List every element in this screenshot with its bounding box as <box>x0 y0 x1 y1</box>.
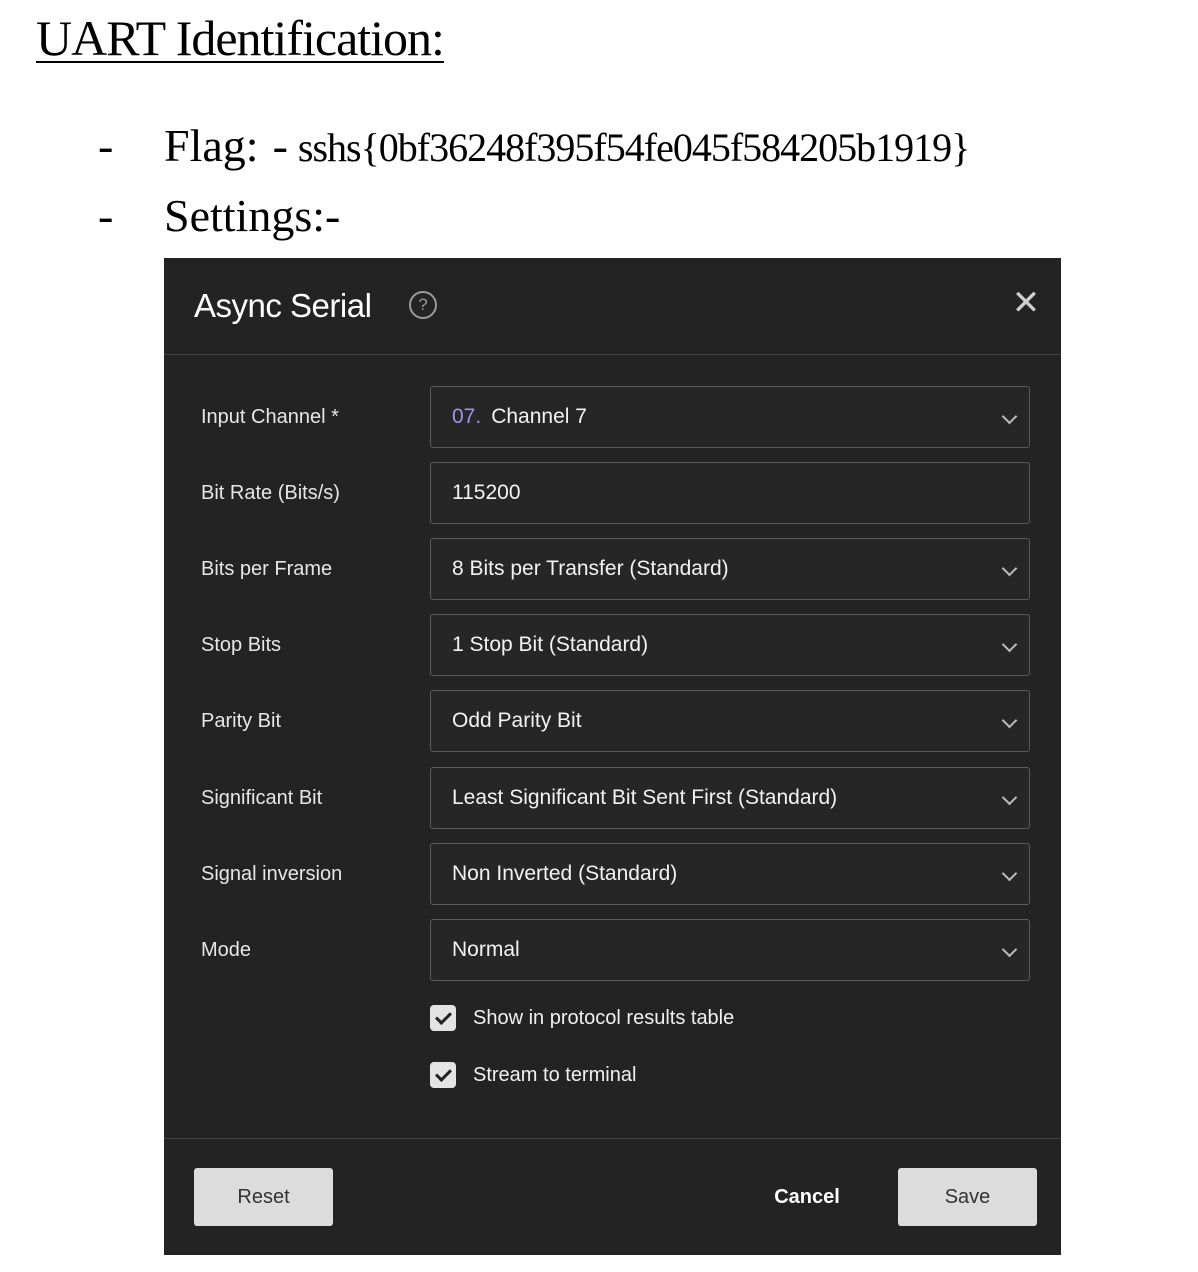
chevron-down-icon <box>1001 636 1018 653</box>
field-value: 8 Bits per Transfer (Standard) <box>452 557 729 580</box>
field-row-significant-bit: Significant Bit Least Significant Bit Se… <box>164 767 1061 829</box>
check-icon <box>435 1008 452 1025</box>
bits-per-frame-select[interactable]: 8 Bits per Transfer (Standard) <box>430 538 1030 600</box>
document-heading: UART Identification: <box>36 10 445 66</box>
field-label: Significant Bit <box>201 787 323 809</box>
chevron-down-icon <box>1001 560 1018 577</box>
chevron-down-icon <box>1001 941 1018 958</box>
chevron-down-icon <box>1001 865 1018 882</box>
dialog-title: Async Serial <box>194 287 372 324</box>
close-icon[interactable]: ✕ <box>1009 286 1043 320</box>
field-row-bits-per-frame: Bits per Frame 8 Bits per Transfer (Stan… <box>164 538 1061 600</box>
field-row-parity-bit: Parity Bit Odd Parity Bit <box>164 690 1061 752</box>
save-button[interactable]: Save <box>898 1168 1037 1226</box>
field-label: Mode <box>201 939 252 961</box>
stop-bits-select[interactable]: 1 Stop Bit (Standard) <box>430 614 1030 676</box>
bullet-dash: - <box>98 120 114 171</box>
bullet-dash: - <box>98 190 114 241</box>
flag-bullet: - Flag: - sshs{0bf36248f395f54fe045f584205b… <box>98 118 970 176</box>
settings-label: Settings:- <box>164 190 341 241</box>
dialog-footer: Reset Cancel Save <box>164 1138 1061 1256</box>
field-value: 115200 <box>452 481 521 504</box>
bit-rate-input[interactable]: 115200 <box>430 462 1030 524</box>
show-in-results-checkbox[interactable] <box>430 1005 456 1031</box>
flag-value: sshs{0bf36248f395f54fe045f584205b1919} <box>297 125 970 170</box>
field-row-bit-rate: Bit Rate (Bits/s) 115200 <box>164 462 1061 524</box>
field-label: Bits per Frame <box>201 558 333 580</box>
help-icon[interactable]: ? <box>409 291 437 319</box>
async-serial-dialog: Async Serial ? ✕ Input Channel * 07. Chan… <box>164 258 1061 1255</box>
reset-button[interactable]: Reset <box>194 1168 333 1226</box>
checkbox-label: Stream to terminal <box>473 1064 637 1086</box>
field-label: Input Channel * <box>201 406 339 428</box>
field-row-stop-bits: Stop Bits 1 Stop Bit (Standard) <box>164 614 1061 676</box>
parity-bit-select[interactable]: Odd Parity Bit <box>430 690 1030 752</box>
field-row-mode: Mode Normal <box>164 919 1061 981</box>
channel-number: 07. <box>452 405 482 428</box>
field-row-signal-inversion: Signal inversion Non Inverted (Standard) <box>164 843 1061 905</box>
field-value: Non Inverted (Standard) <box>452 862 678 885</box>
field-label: Stop Bits <box>201 634 282 656</box>
input-channel-select[interactable]: 07. Channel 7 <box>430 386 1030 448</box>
mode-select[interactable]: Normal <box>430 919 1030 981</box>
field-value: 07. Channel 7 <box>452 387 587 447</box>
chevron-down-icon <box>1001 712 1018 729</box>
channel-name: Channel 7 <box>491 405 587 428</box>
cancel-button[interactable]: Cancel <box>747 1168 867 1226</box>
field-label: Bit Rate (Bits/s) <box>201 482 340 504</box>
field-label: Parity Bit <box>201 710 282 732</box>
flag-label: Flag: <box>164 120 259 171</box>
settings-bullet: - Settings:- <box>98 188 340 244</box>
field-value: Odd Parity Bit <box>452 709 582 732</box>
check-icon <box>435 1065 452 1082</box>
field-value: Normal <box>452 938 520 961</box>
field-value: Least Significant Bit Sent First (Standa… <box>452 786 838 809</box>
chevron-down-icon <box>1001 789 1018 806</box>
checkbox-label: Show in protocol results table <box>473 1007 735 1029</box>
stream-to-terminal-checkbox[interactable] <box>430 1062 456 1088</box>
field-row-input-channel: Input Channel * 07. Channel 7 <box>164 386 1061 448</box>
field-value: 1 Stop Bit (Standard) <box>452 633 649 656</box>
dialog-header: Async Serial ? ✕ <box>164 258 1061 355</box>
flag-separator: - <box>272 120 288 171</box>
field-label: Signal inversion <box>201 863 343 885</box>
chevron-down-icon <box>1001 408 1018 425</box>
significant-bit-select[interactable]: Least Significant Bit Sent First (Standa… <box>430 767 1030 829</box>
signal-inversion-select[interactable]: Non Inverted (Standard) <box>430 843 1030 905</box>
